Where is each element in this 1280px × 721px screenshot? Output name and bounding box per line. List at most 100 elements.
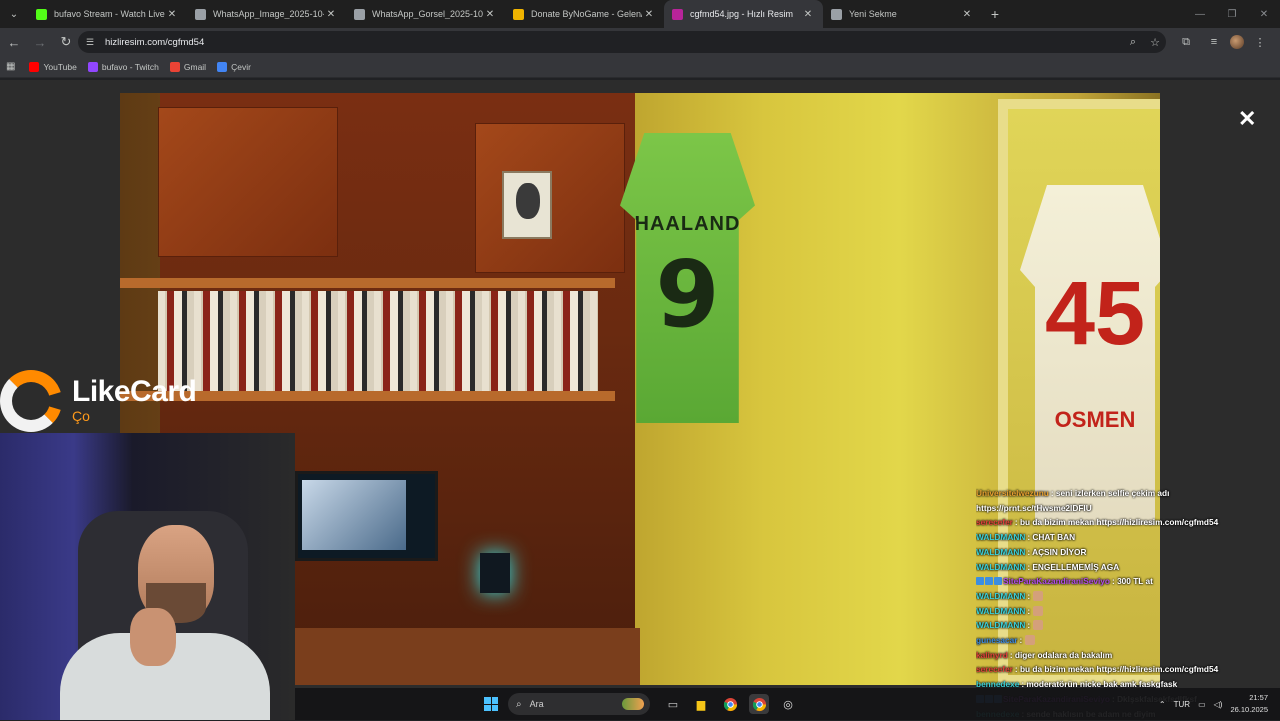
taskbar-search[interactable]: ⌕ Ara: [508, 693, 650, 715]
tab-close-icon[interactable]: ✕: [165, 9, 179, 20]
chat-text: : bu da bizim mekan https://hizliresim.c…: [1014, 517, 1219, 528]
desk: [295, 628, 640, 685]
chat-text: https://prnt.sc/tHwsme2lDFIU: [976, 502, 1092, 513]
tab-close-icon[interactable]: ✕: [960, 9, 974, 20]
monitor: [295, 471, 438, 561]
bookmark-label: bufavo - Twitch: [101, 61, 159, 72]
browser-tab[interactable]: bufavo Stream - Watch Live on ✕: [28, 0, 187, 28]
close-window-button[interactable]: ✕: [1248, 0, 1280, 28]
bookmark-item[interactable]: Çevir: [217, 61, 251, 72]
tab-search-button[interactable]: ⌄: [0, 0, 28, 28]
chat-username[interactable]: SiteParaKazandiraniSeviyo: [1003, 576, 1110, 586]
likecard-subtitle: Ço: [72, 408, 90, 424]
chat-badge-icon: [985, 577, 993, 586]
bookmark-favicon-icon: [29, 61, 40, 72]
chat-message: WALDMANN:: [976, 604, 1231, 619]
webcam-feed: [0, 433, 295, 720]
omnibox-actions: ⌕ ☆: [1122, 31, 1166, 53]
tray-chevron-icon[interactable]: ⌃: [1159, 700, 1166, 709]
chat-username[interactable]: Universitelwezunu: [976, 488, 1049, 498]
zoom-icon[interactable]: ⌕: [1122, 36, 1144, 49]
tray-lang[interactable]: TUR: [1174, 700, 1190, 709]
chat-text: : seni izlerken selfie çekim adı: [1050, 488, 1170, 498]
apps-grid-icon[interactable]: ▦: [6, 61, 15, 72]
bookmark-label: Gmail: [183, 61, 207, 72]
likecard-brand: LikeCard: [72, 375, 197, 408]
profile-avatar[interactable]: [1230, 35, 1244, 49]
bookmark-star-icon[interactable]: ☆: [1144, 36, 1166, 49]
reading-list-icon[interactable]: ≡: [1202, 30, 1226, 54]
system-tray: ⌃ TUR ▭ ◁) 21:57 26.10.2025: [1159, 688, 1280, 720]
browser-tab[interactable]: WhatsApp_Gorsel_2025-10-26_✕: [346, 0, 505, 28]
new-tab-button[interactable]: +: [982, 6, 1008, 22]
tab-close-icon[interactable]: ✕: [801, 9, 815, 20]
green-jersey-name: HAALAND: [634, 213, 741, 235]
tab-title: Donate ByNoGame - Gelen/Gid: [531, 9, 642, 19]
chat-text: :: [1027, 590, 1031, 601]
tab-close-icon[interactable]: ✕: [483, 9, 497, 20]
task-view-icon[interactable]: ▭: [663, 694, 683, 714]
bookmark-favicon-icon: [87, 61, 98, 72]
chat-message: kalinyrd: diger odalara da bakalım: [976, 648, 1231, 663]
tab-close-icon[interactable]: ✕: [642, 9, 656, 20]
green-jersey: HAALAND 9: [620, 133, 755, 423]
chrome-active-icon[interactable]: [749, 694, 769, 714]
stream-chat: Universitelwezunu: seni izlerken selfie …: [976, 486, 1231, 721]
white-jersey-name: OSMEN: [1054, 407, 1136, 432]
file-explorer-icon[interactable]: ▆: [691, 694, 711, 714]
books-row: [158, 291, 598, 391]
chat-message: WALDMANN: ENGELLEMEMİŞ AGA: [976, 560, 1231, 575]
toolbar-right: ⧉ ≡ ⋮: [1174, 28, 1272, 56]
browser-tab[interactable]: WhatsApp_Image_2025-10-26_✕: [187, 0, 346, 28]
site-info-icon[interactable]: ☰: [86, 37, 100, 48]
chat-username[interactable]: WALDMANN: [976, 547, 1025, 557]
browser-tab[interactable]: Donate ByNoGame - Gelen/Gid✕: [505, 0, 664, 28]
network-icon[interactable]: ▭: [1198, 700, 1206, 709]
volume-icon[interactable]: ◁): [1214, 700, 1223, 709]
chat-username[interactable]: kalinyrd: [976, 650, 1008, 660]
bynogame-icon: [513, 8, 524, 20]
chat-username[interactable]: WALDMANN: [976, 532, 1025, 542]
tab-title: bufavo Stream - Watch Live on: [54, 9, 165, 19]
chat-text: : 300 TL at: [1112, 576, 1153, 587]
chat-username[interactable]: WALDMANN: [976, 606, 1025, 616]
tab-close-icon[interactable]: ✕: [324, 9, 338, 20]
chat-text: : diger odalara da bakalım: [1009, 649, 1113, 660]
close-icon[interactable]: ✕: [1238, 106, 1256, 132]
menu-kebab-icon[interactable]: ⋮: [1248, 30, 1272, 54]
chat-text: : CHAT BAN: [1027, 532, 1076, 543]
clock[interactable]: 21:57 26.10.2025: [1230, 692, 1268, 716]
minimize-button[interactable]: —: [1184, 0, 1216, 28]
globe-icon: [195, 8, 206, 20]
chat-text: : bu da bizim mekan https://hizliresim.c…: [1014, 664, 1219, 675]
globe-icon: [354, 8, 365, 20]
portrait-frame: [502, 171, 552, 239]
chat-username[interactable]: serecefer: [976, 517, 1013, 527]
chat-username[interactable]: WALDMANN: [976, 591, 1025, 601]
address-bar[interactable]: ☰ hizliresim.com/cgfmd54 ⌕ ☆: [78, 31, 1166, 53]
bookmark-item[interactable]: bufavo - Twitch: [87, 61, 159, 72]
chrome-icon[interactable]: [720, 694, 740, 714]
extensions-icon[interactable]: ⧉: [1174, 30, 1198, 54]
bookmark-item[interactable]: YouTube: [29, 61, 77, 72]
white-jersey: 45 OSMEN: [1020, 185, 1160, 525]
windows-start-icon[interactable]: [484, 697, 498, 711]
streamer-hand: [130, 608, 176, 666]
chat-username[interactable]: WALDMANN: [976, 562, 1025, 572]
browser-tab[interactable]: cgfmd54.jpg - Hızlı Resim ✕: [664, 0, 823, 28]
chat-text: :: [1019, 635, 1023, 646]
bookmark-item[interactable]: Gmail: [169, 61, 207, 72]
chat-badge-icon: [994, 577, 1002, 586]
chat-message: WALDMANN:: [976, 589, 1231, 604]
maximize-button[interactable]: ❐: [1216, 0, 1248, 28]
reload-button[interactable]: ↻: [54, 30, 78, 54]
chat-username[interactable]: WALDMANN: [976, 620, 1025, 630]
obs-icon[interactable]: ◎: [778, 694, 798, 714]
forward-button[interactable]: →: [28, 30, 52, 54]
chat-username[interactable]: gunesacar: [976, 635, 1018, 645]
bookmark-label: Çevir: [231, 61, 251, 72]
bookmark-favicon-icon: [217, 61, 228, 72]
chat-username[interactable]: serecefer: [976, 664, 1013, 674]
back-button[interactable]: ←: [2, 30, 26, 54]
browser-tab[interactable]: Yeni Sekme ✕: [823, 0, 982, 28]
